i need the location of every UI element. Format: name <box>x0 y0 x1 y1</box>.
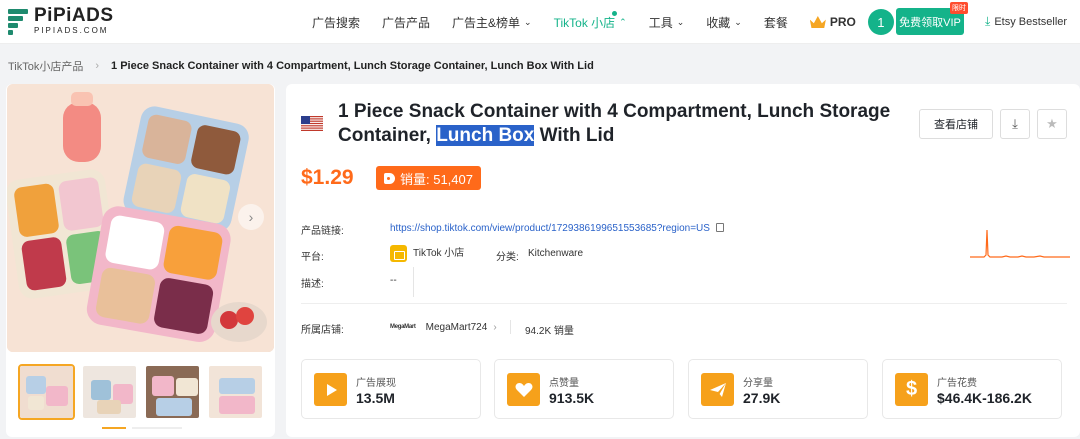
tiktok-shop-icon <box>390 244 407 262</box>
nav-plans[interactable]: 套餐 <box>764 14 788 31</box>
store-sales: 94.2K 销量 <box>525 326 574 337</box>
thumbnail-1[interactable] <box>18 364 75 420</box>
breadcrumb: TikTok小店产品 › 1 Piece Snack Container wit… <box>8 58 594 74</box>
pro-badge[interactable]: PRO <box>809 15 856 29</box>
product-title: 1 Piece Snack Container with 4 Compartme… <box>338 101 891 146</box>
logo-mark-icon <box>8 7 28 35</box>
store-label: 所属店铺: <box>301 325 344 336</box>
store-logo: MegaMart <box>390 324 416 331</box>
chevron-up-icon: ⌃ <box>619 16 627 27</box>
sales-badge: 销量: 51,407 <box>376 166 481 190</box>
chevron-right-icon: › <box>493 322 497 333</box>
nav-tools[interactable]: 工具 ⌄ <box>649 14 685 31</box>
chevron-right-icon[interactable]: › <box>238 204 264 230</box>
logo-name: PiPiADS <box>34 5 114 26</box>
product-info-panel: 1 Piece Snack Container with 4 Compartme… <box>286 84 1080 437</box>
divider <box>301 303 1067 304</box>
free-vip-button[interactable]: 免费领取VIP 限时 <box>896 2 968 35</box>
platform-value: TikTok 小店 <box>390 244 464 262</box>
top-navigation: PiPiADS PIPIADS.COM 广告搜索 广告产品 广告主&榜单 ⌄ Ti… <box>0 0 1080 44</box>
limited-badge: 限时 <box>950 2 968 14</box>
dollar-icon: $ <box>895 373 928 406</box>
crown-icon <box>809 16 826 28</box>
star-icon[interactable]: ★ <box>1037 109 1067 139</box>
product-main-image[interactable]: › <box>7 84 274 352</box>
divider <box>413 267 414 297</box>
share-icon <box>701 373 734 406</box>
thumbnail-4[interactable] <box>207 364 264 420</box>
description-label: 描述: <box>301 279 324 290</box>
thumbnail-2[interactable] <box>81 364 138 420</box>
product-gallery: › <box>6 84 275 437</box>
stat-shares: 分享量 27.9K <box>688 359 868 419</box>
nav-advertisers[interactable]: 广告主&榜单 ⌄ <box>452 14 532 31</box>
chevron-down-icon: ⌄ <box>676 16 685 27</box>
stat-impressions: 广告展现 13.5M <box>301 359 481 419</box>
category-value: Kitchenware <box>528 248 584 259</box>
thumbnail-3[interactable] <box>144 364 201 420</box>
tag-icon <box>384 172 395 184</box>
nav-tiktok-shop[interactable]: TikTok 小店 ⌃ <box>554 10 627 31</box>
divider <box>510 320 511 334</box>
stat-ad-spend: $ 广告花费 $46.4K-186.2K <box>882 359 1062 419</box>
breadcrumb-parent[interactable]: TikTok小店产品 <box>8 58 83 74</box>
store-link[interactable]: MegaMart MegaMart724 › <box>390 322 497 333</box>
us-flag-icon <box>301 116 323 131</box>
breadcrumb-current: 1 Piece Snack Container with 4 Compartme… <box>111 60 594 72</box>
pipiads-logo[interactable]: PiPiADS PIPIADS.COM <box>8 6 114 35</box>
category-label: 分类: <box>496 252 519 263</box>
thumb-scroll-indicator <box>102 427 126 429</box>
logo-domain: PIPIADS.COM <box>34 26 109 35</box>
copy-icon[interactable] <box>715 223 724 232</box>
title-highlight: Lunch Box <box>436 125 535 146</box>
link-label: 产品链接: <box>301 226 344 237</box>
chevron-right-icon: › <box>95 60 100 72</box>
stat-likes: 点赞量 913.5K <box>494 359 674 419</box>
avatar[interactable]: 1 <box>867 9 894 35</box>
etsy-bestseller-link[interactable]: ⤓ Etsy Bestseller <box>985 14 1067 29</box>
thumb-scroll-track <box>132 427 182 429</box>
view-store-button[interactable]: 查看店铺 <box>919 109 993 139</box>
chevron-down-icon: ⌄ <box>524 16 532 27</box>
download-icon[interactable]: ⤓ <box>1000 109 1030 139</box>
play-icon <box>314 373 347 406</box>
product-link[interactable]: https://shop.tiktok.com/view/product/172… <box>390 222 724 234</box>
nav-favorites[interactable]: 收藏 ⌄ <box>706 14 742 31</box>
product-price: $1.29 <box>301 166 354 189</box>
nav-ad-products[interactable]: 广告产品 <box>382 14 430 31</box>
download-icon: ⤓ <box>985 14 991 28</box>
heart-icon <box>507 373 540 406</box>
active-dot-icon <box>611 10 617 16</box>
description-value: -- <box>390 275 397 286</box>
nav-ad-search[interactable]: 广告搜索 <box>312 14 360 31</box>
sales-trend-sparkline <box>970 229 1070 258</box>
chevron-down-icon: ⌄ <box>734 16 742 27</box>
platform-label: 平台: <box>301 252 324 263</box>
